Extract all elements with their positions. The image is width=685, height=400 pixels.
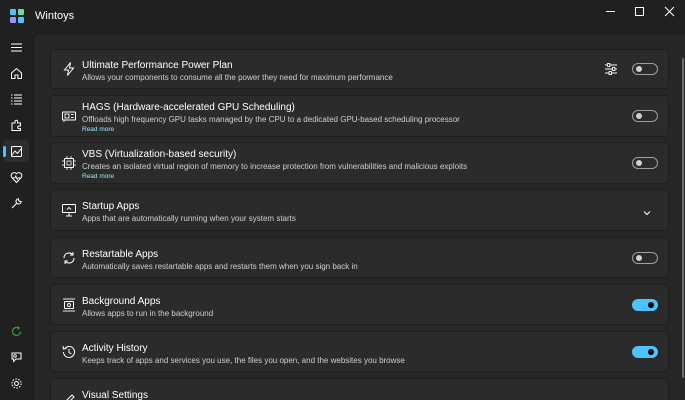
- vertical-scrollbar[interactable]: [682, 58, 684, 378]
- restartable-apps-toggle[interactable]: [632, 251, 658, 264]
- history-icon: [61, 344, 77, 360]
- background-apps-icon: [61, 297, 77, 313]
- card-hags: HAGS (Hardware-accelerated GPU Schedulin…: [50, 95, 669, 137]
- card-title: HAGS (Hardware-accelerated GPU Schedulin…: [82, 102, 295, 113]
- title-bar: Wintoys: [0, 0, 685, 32]
- window-title: Wintoys: [35, 10, 75, 22]
- card-description: Allows apps to run in the background: [82, 309, 214, 318]
- background-apps-toggle[interactable]: [632, 298, 658, 311]
- card-title: VBS (Virtualization-based security): [82, 149, 237, 160]
- maximize-button[interactable]: [623, 0, 655, 22]
- toggle-knob: [636, 66, 642, 72]
- selection-indicator: [3, 146, 6, 157]
- chip-icon: [61, 155, 77, 171]
- nav-item-apps[interactable]: [3, 88, 29, 110]
- hamburger-menu-icon: [10, 43, 22, 51]
- chevron-down-icon[interactable]: [642, 205, 652, 216]
- card-title: Ultimate Performance Power Plan: [82, 60, 233, 71]
- card-background-apps: Background Apps Allows apps to run in th…: [50, 284, 669, 325]
- toggle-knob: [636, 113, 642, 119]
- home-icon: [10, 67, 22, 79]
- card-title: Visual Settings: [82, 390, 148, 400]
- nav-menu-toggle[interactable]: [3, 36, 29, 58]
- minimize-icon: [605, 10, 615, 12]
- card-startup-apps[interactable]: Startup Apps Apps that are automatically…: [50, 189, 669, 231]
- navigation-pane: [0, 32, 32, 400]
- gpu-icon: [61, 108, 77, 124]
- read-more-link[interactable]: Read more: [82, 172, 467, 181]
- maximize-icon: [634, 6, 644, 16]
- settings-icon: [10, 377, 22, 389]
- main-content: Ultimate Performance Power Plan Allows y…: [33, 33, 685, 400]
- card-visual-settings[interactable]: Visual Settings: [50, 378, 669, 400]
- power-plan-toggle[interactable]: [632, 63, 658, 75]
- close-icon: [664, 6, 674, 16]
- nav-item-update[interactable]: [3, 320, 29, 342]
- close-button[interactable]: [653, 0, 685, 22]
- feedback-icon: [11, 352, 21, 363]
- performance-icon: [10, 145, 22, 157]
- card-title: Activity History: [82, 343, 148, 354]
- app-logo-icon: [10, 9, 24, 23]
- toggle-knob: [636, 254, 642, 261]
- card-title: Background Apps: [82, 296, 161, 307]
- nav-item-tools[interactable]: [3, 192, 29, 214]
- power-plan-settings-button[interactable]: [604, 62, 618, 76]
- nav-item-extensions[interactable]: [3, 114, 29, 136]
- nav-item-feedback[interactable]: [3, 346, 29, 368]
- card-description: Automatically saves restartable apps and…: [82, 262, 358, 271]
- card-vbs: VBS (Virtualization-based security) Crea…: [50, 142, 669, 184]
- visual-icon: [61, 392, 77, 400]
- nav-item-home[interactable]: [3, 62, 29, 84]
- card-ultimate-performance: Ultimate Performance Power Plan Allows y…: [50, 49, 669, 89]
- card-restartable-apps: Restartable Apps Automatically saves res…: [50, 237, 669, 278]
- nav-item-performance[interactable]: [3, 140, 29, 162]
- hags-toggle[interactable]: [632, 110, 658, 122]
- card-activity-history: Activity History Keeps track of apps and…: [50, 331, 669, 372]
- health-icon: [10, 171, 22, 183]
- toggle-knob: [636, 160, 642, 166]
- card-description: Keeps track of apps and services you use…: [82, 356, 405, 365]
- extensions-icon: [11, 119, 21, 131]
- tools-icon: [11, 197, 22, 208]
- toggle-knob: [648, 301, 654, 308]
- minimize-button[interactable]: [594, 0, 626, 22]
- card-description: Apps that are automatically running when…: [82, 214, 296, 223]
- card-title: Startup Apps: [82, 201, 140, 212]
- lightning-icon: [61, 61, 77, 77]
- card-description: Creates an isolated virtual region of me…: [82, 162, 468, 171]
- startup-icon: [61, 202, 77, 218]
- restart-icon: [61, 250, 77, 266]
- update-icon: [11, 325, 21, 336]
- vbs-toggle[interactable]: [632, 157, 658, 169]
- toggle-knob: [648, 348, 654, 355]
- read-more-link[interactable]: Read more: [82, 125, 460, 134]
- activity-history-toggle[interactable]: [632, 345, 658, 358]
- nav-item-settings[interactable]: [3, 372, 29, 394]
- sliders-icon: [605, 63, 617, 75]
- nav-item-health[interactable]: [3, 166, 29, 188]
- card-title: Restartable Apps: [82, 249, 159, 260]
- apps-list-icon: [10, 94, 22, 104]
- card-description: Offloads high frequency GPU tasks manage…: [82, 115, 460, 124]
- chevron-down-icon[interactable]: [642, 396, 652, 400]
- card-description: Allows your components to consume all th…: [82, 73, 393, 82]
